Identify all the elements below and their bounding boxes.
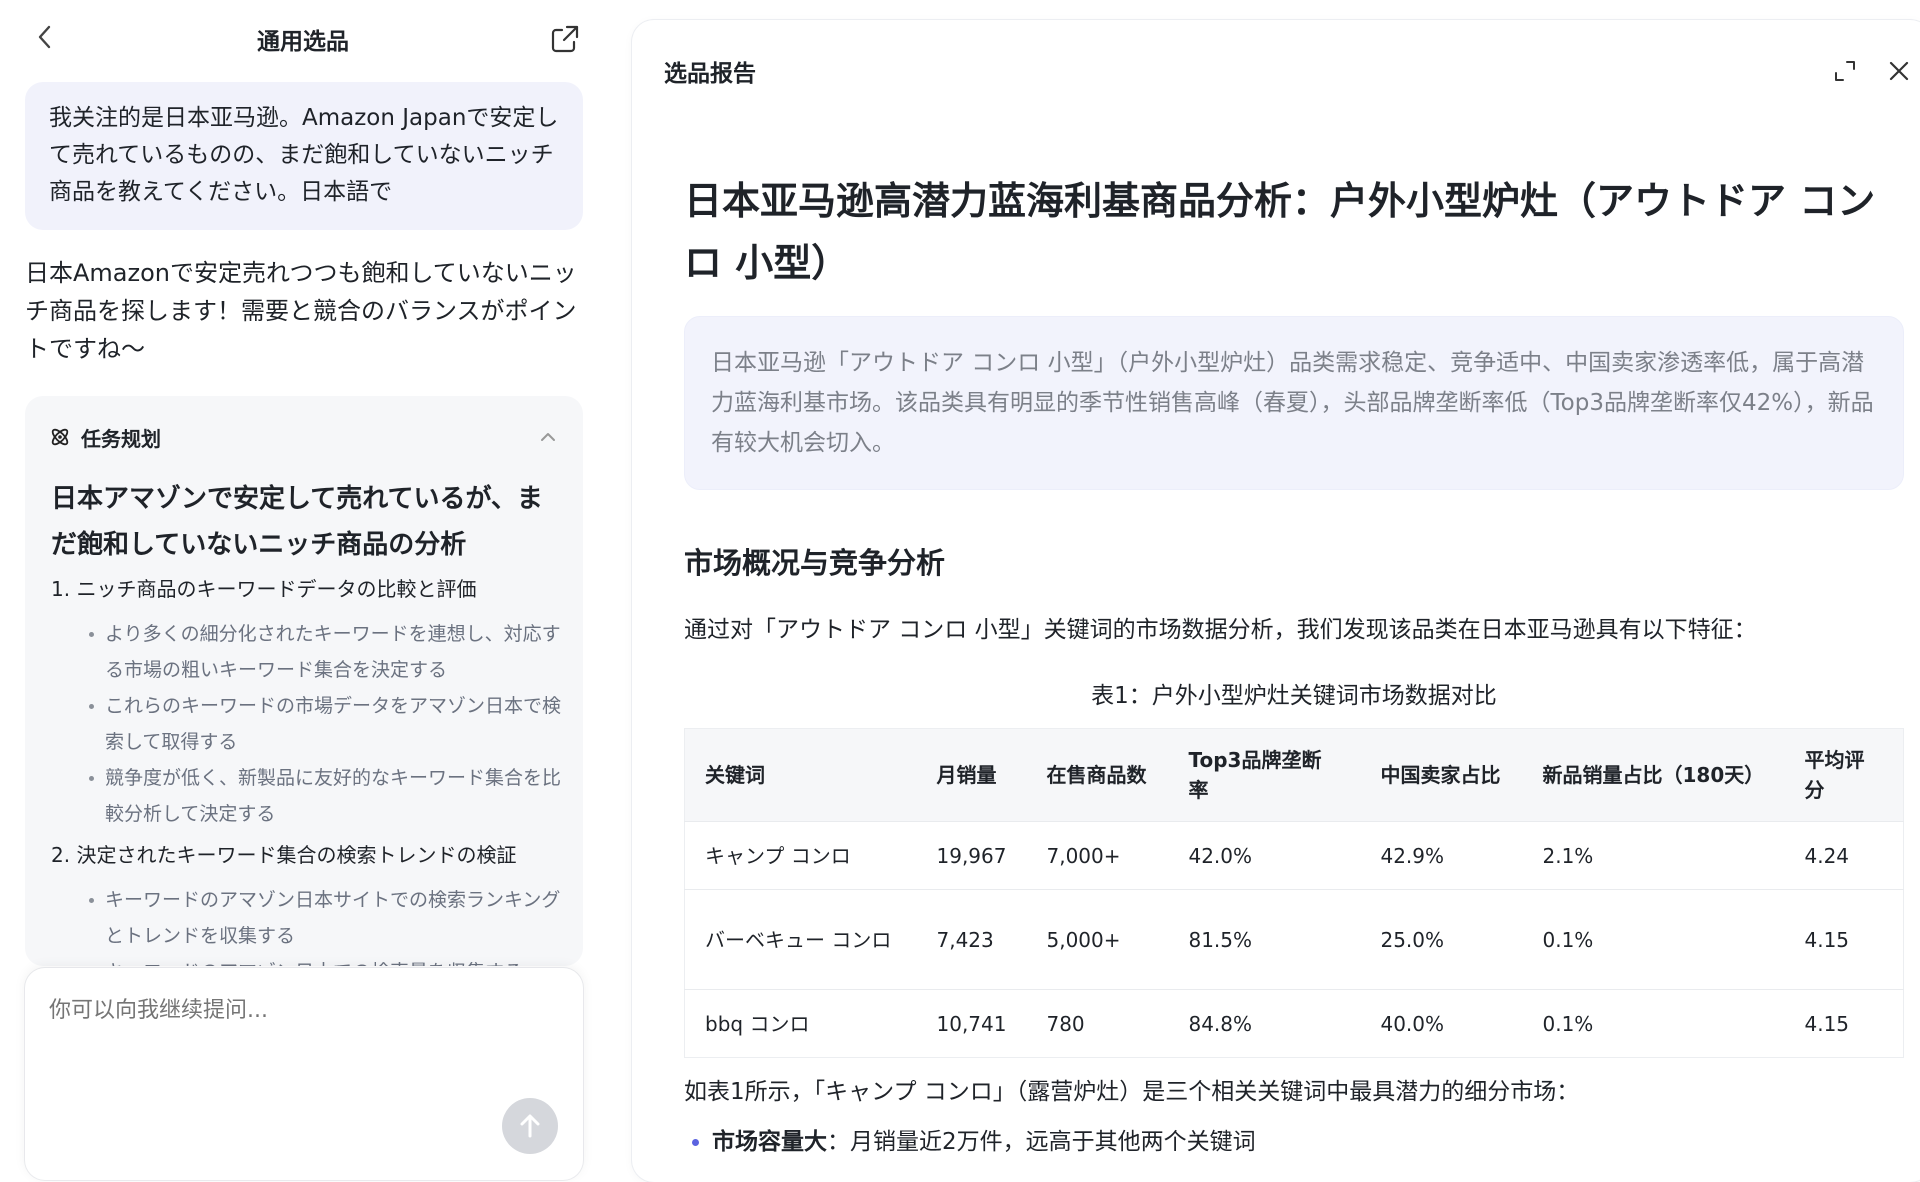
task-step-item: キーワードのアマゾン日本サイトでの検索ランキングとトレンドを収集する bbox=[89, 882, 563, 954]
report-title: 日本亚马逊高潜力蓝海利基商品分析：户外小型炉灶（アウトドア コンロ 小型） bbox=[684, 179, 1876, 285]
task-step-item: より多くの細分化されたキーワードを連想し、対応する市場の粗いキーワード集合を決定… bbox=[89, 616, 563, 688]
chat-input-box bbox=[25, 968, 583, 1180]
expand-icon bbox=[1835, 61, 1855, 81]
table-cell: 81.5% bbox=[1168, 889, 1361, 990]
column-header: 在售商品数 bbox=[1026, 728, 1169, 822]
task-step-items: より多くの細分化されたキーワードを連想し、対応する市場の粗いキーワード集合を決定… bbox=[51, 616, 563, 832]
table-cell: 4.15 bbox=[1784, 889, 1904, 990]
task-step-items: キーワードのアマゾン日本サイトでの検索ランキングとトレンドを収集する キーワード… bbox=[51, 882, 563, 966]
table-cell: 0.1% bbox=[1522, 889, 1785, 990]
column-header: 中国卖家占比 bbox=[1360, 728, 1523, 822]
table-cell: 10,741 bbox=[916, 989, 1027, 1058]
table-cell: 4.15 bbox=[1784, 989, 1904, 1058]
column-header: 新品销量占比（180天） bbox=[1522, 728, 1785, 822]
intro-paragraph: 通过对「アウトドア コンロ 小型」关键词的市场数据分析，我们发现该品类在日本亚马… bbox=[684, 617, 1757, 643]
column-header: 关键词 bbox=[684, 728, 917, 822]
atom-icon bbox=[49, 426, 71, 448]
report-content: 日本亚马逊高潜力蓝海利基商品分析：户外小型炉灶（アウトドア コンロ 小型） 日本… bbox=[684, 170, 1904, 1160]
chat-input[interactable] bbox=[49, 998, 549, 1023]
report-header: 选品报告 bbox=[632, 20, 1920, 120]
table-cell: 42.9% bbox=[1360, 821, 1523, 890]
task-step-item: これらのキーワードの市場データをアマゾン日本で検索して取得する bbox=[89, 688, 563, 760]
table-cell: 7,423 bbox=[916, 889, 1027, 990]
bullet-item: 市场容量大：月销量近2万件，远高于其他两个关键词 bbox=[684, 1124, 1904, 1160]
table-cell: 84.8% bbox=[1168, 989, 1361, 1058]
close-button[interactable] bbox=[1884, 56, 1914, 86]
table-cell: 19,967 bbox=[916, 821, 1027, 890]
chat-title: 通用选品 bbox=[257, 29, 349, 55]
chat-header: 通用选品 bbox=[0, 0, 606, 76]
table-row: bbq コンロ 10,741 780 84.8% 40.0% 0.1% 4.15 bbox=[684, 989, 1904, 1058]
table-cell: キャンプ コンロ bbox=[684, 821, 917, 890]
report-summary: 日本亚马逊「アウトドア コンロ 小型」（户外小型炉灶）品类需求稳定、竞争适中、中… bbox=[684, 316, 1904, 490]
task-plan-title: 日本アマゾンで安定して売れているが、まだ飽和していないニッチ商品の分析 bbox=[51, 484, 543, 560]
market-data-table: 关键词 月销量 在售商品数 Top3品牌垄断率 中国卖家占比 新品销量占比（18… bbox=[684, 728, 1904, 1058]
table-cell: 5,000+ bbox=[1026, 889, 1169, 990]
table-row: バーベキュー コンロ 7,423 5,000+ 81.5% 25.0% 0.1%… bbox=[684, 889, 1904, 990]
assistant-message: 日本Amazonで安定売れつつも飽和していないニッチ商品を探します！需要と競合の… bbox=[25, 259, 577, 363]
table-cell: bbq コンロ bbox=[684, 989, 917, 1058]
task-plan-label: 任务规划 bbox=[81, 426, 161, 451]
arrow-up-icon bbox=[520, 1114, 540, 1138]
table-cell: 780 bbox=[1026, 989, 1169, 1058]
report-panel: 选品报告 日本亚马逊高潜力蓝海利基商品分析：户外小型炉灶（アウトドア コンロ 小… bbox=[632, 20, 1920, 1182]
table-cell: 25.0% bbox=[1360, 889, 1523, 990]
task-plan-body: 日本アマゾンで安定して売れているが、まだ飽和していないニッチ商品の分析 1. ニ… bbox=[51, 476, 563, 966]
table-cell: 4.24 bbox=[1784, 821, 1904, 890]
column-header: Top3品牌垄断率 bbox=[1168, 728, 1361, 822]
send-button[interactable] bbox=[502, 1098, 558, 1154]
table-cell: 0.1% bbox=[1522, 989, 1785, 1058]
report-panel-title: 选品报告 bbox=[664, 61, 756, 87]
table-cell: 7,000+ bbox=[1026, 821, 1169, 890]
chat-panel: 通用选品 我关注的是日本亚马逊。Amazon Japanで安定して売れているもの… bbox=[0, 0, 606, 1182]
task-plan-header[interactable]: 任务规划 bbox=[49, 422, 559, 452]
share-icon bbox=[551, 25, 579, 53]
table-caption: 表1：户外小型炉灶关键词市场数据对比 bbox=[1091, 683, 1497, 709]
chevron-up-icon[interactable] bbox=[537, 426, 559, 448]
user-message: 我关注的是日本亚马逊。Amazon Japanで安定して売れているものの、まだ飽… bbox=[25, 82, 583, 230]
table-cell: バーベキュー コンロ bbox=[684, 889, 917, 990]
column-header: 月销量 bbox=[916, 728, 1027, 822]
bullet-text: ：月销量近2万件，远高于其他两个关键词 bbox=[827, 1129, 1256, 1155]
task-step-item: 競争度が低く、新製品に友好的なキーワード集合を比較分析して決定する bbox=[89, 760, 563, 832]
after-table-paragraph: 如表1所示，「キャンプ コンロ」（露营炉灶）是三个相关关键词中最具潜力的细分市场… bbox=[684, 1079, 1580, 1105]
task-step-item: キーワードのアマゾン日本での検索量を収集する bbox=[89, 954, 563, 966]
task-step: 2. 決定されたキーワード集合の検索トレンドの検証 bbox=[51, 843, 517, 867]
table-cell: 42.0% bbox=[1168, 821, 1361, 890]
share-button[interactable] bbox=[548, 22, 582, 56]
close-icon bbox=[1889, 61, 1909, 81]
task-step: 1. ニッチ商品のキーワードデータの比較と評価 bbox=[51, 577, 477, 601]
section-heading: 市场概况与竞争分析 bbox=[684, 546, 946, 580]
table-header-row: 关键词 月销量 在售商品数 Top3品牌垄断率 中国卖家占比 新品销量占比（18… bbox=[684, 728, 1904, 822]
task-plan-card: 任务规划 日本アマゾンで安定して売れているが、まだ飽和していないニッチ商品の分析… bbox=[25, 396, 583, 966]
table-row: キャンプ コンロ 19,967 7,000+ 42.0% 42.9% 2.1% … bbox=[684, 821, 1904, 890]
column-header: 平均评分 bbox=[1784, 728, 1904, 822]
table-cell: 2.1% bbox=[1522, 821, 1785, 890]
expand-button[interactable] bbox=[1830, 56, 1860, 86]
bullet-bold: 市场容量大 bbox=[712, 1129, 827, 1155]
table-cell: 40.0% bbox=[1360, 989, 1523, 1058]
